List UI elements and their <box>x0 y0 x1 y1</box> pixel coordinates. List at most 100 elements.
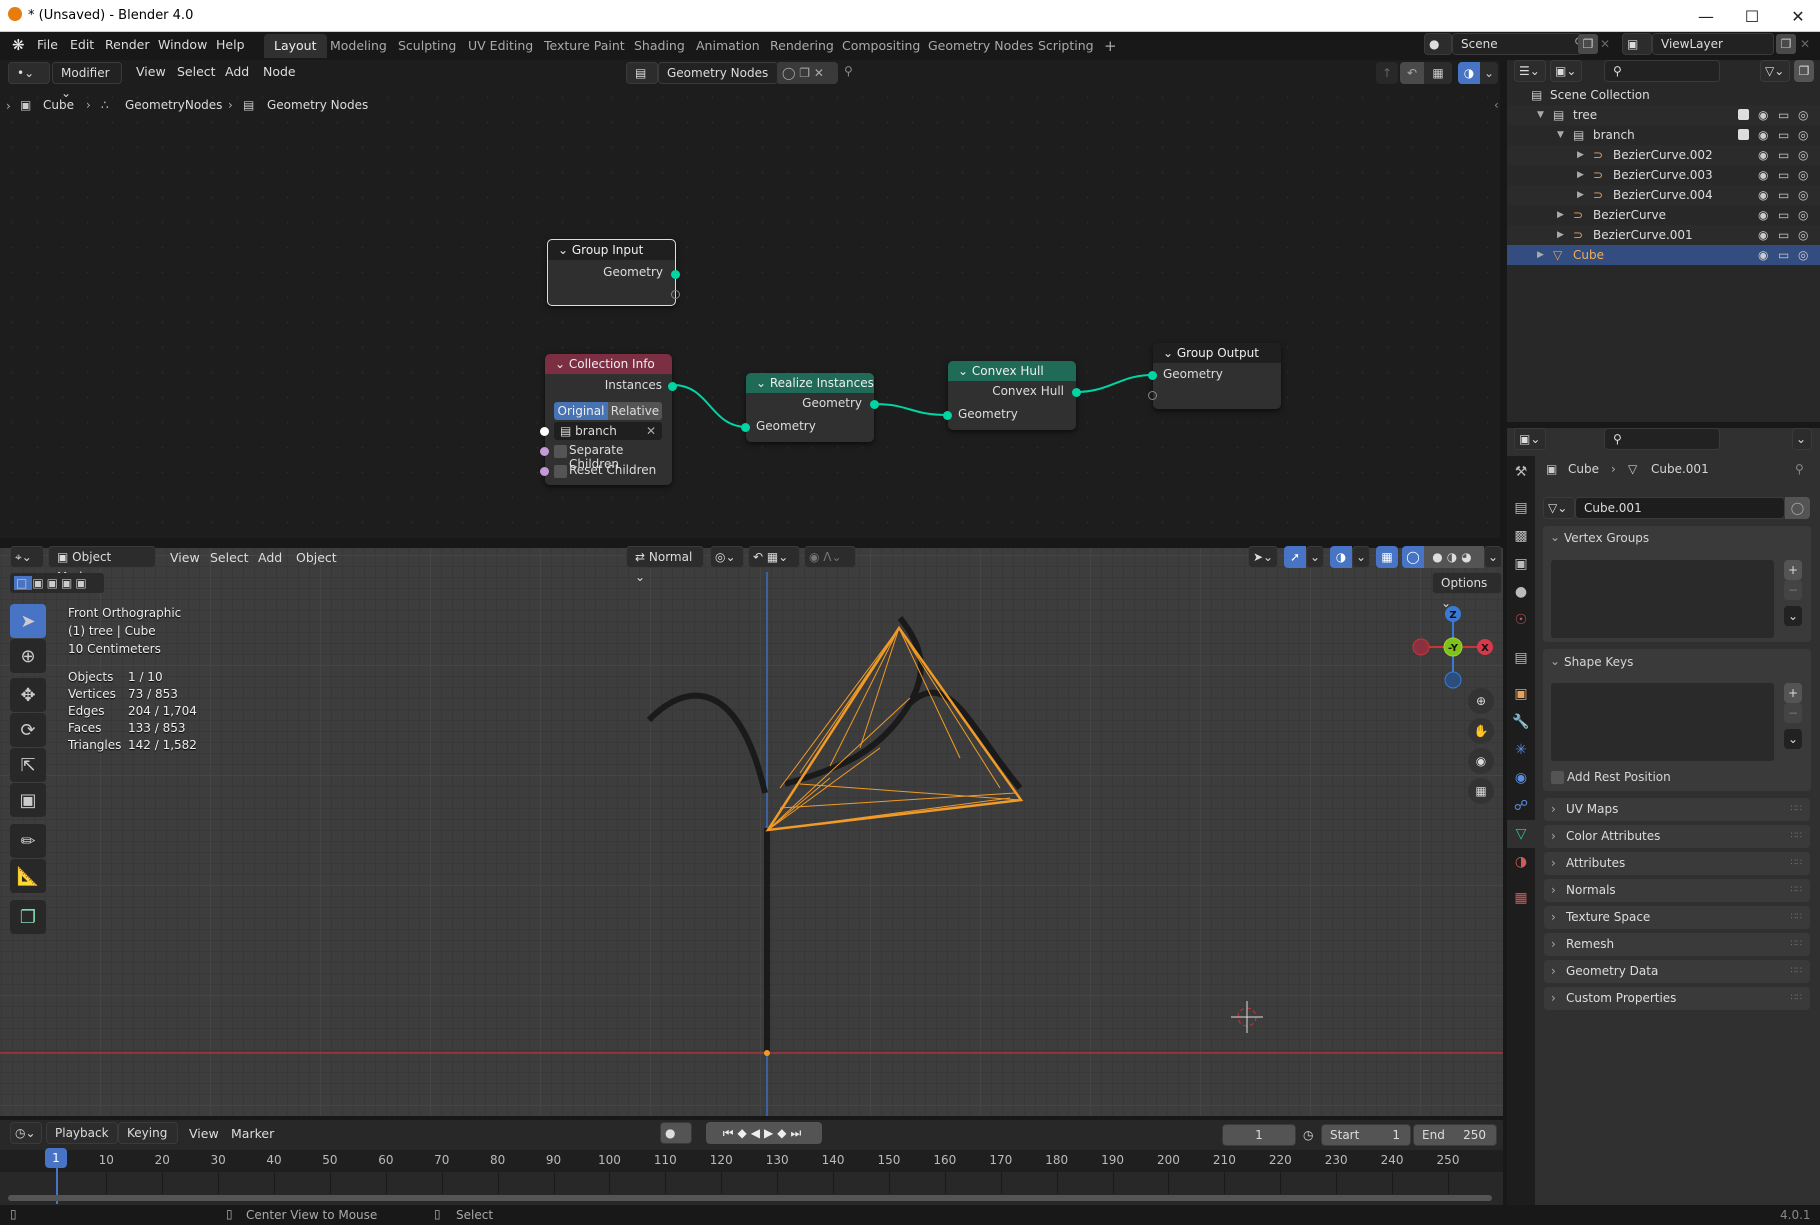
outliner-editor-type-icon[interactable]: ☰⌄ <box>1514 60 1546 82</box>
drag-handle-icon[interactable]: ∷∷ <box>1791 825 1802 848</box>
vertex-groups-title[interactable]: Vertex Groups <box>1564 531 1649 545</box>
node-header[interactable]: ⌄ Group Output <box>1153 343 1281 363</box>
collapse-chevron-icon[interactable]: ⌄ <box>1550 654 1560 668</box>
panel-color-attributes[interactable]: › Color Attributes ∷∷ <box>1544 825 1810 848</box>
jump-end-icon[interactable]: ⏭ <box>790 1126 805 1140</box>
outliner-item[interactable]: ▼ ▤ tree ◉ ▭ ◎ <box>1507 105 1820 125</box>
outliner-item[interactable]: ▶ ▽ Cube ◉ ▭ ◎ <box>1507 245 1820 265</box>
remove-vertex-group-button[interactable]: − <box>1784 580 1802 600</box>
world-tab-icon[interactable]: ☉ <box>1507 606 1535 634</box>
filter-icon[interactable]: ▽⌄ <box>1760 60 1790 82</box>
hide-viewport-eye-icon[interactable]: ◉ <box>1758 145 1768 165</box>
constraints-tab-icon[interactable]: ☍ <box>1507 792 1535 820</box>
remove-view-layer-button[interactable]: ✕ <box>1800 37 1810 51</box>
physics-tab-icon[interactable]: ◉ <box>1507 764 1535 792</box>
panel-attributes[interactable]: › Attributes ∷∷ <box>1544 852 1810 875</box>
socket-virtual-output[interactable] <box>671 290 680 299</box>
drag-handle-icon[interactable]: ∷∷ <box>1791 879 1802 902</box>
collection-tab-icon[interactable]: ▤ <box>1507 644 1535 672</box>
timeline-scrollbar[interactable] <box>8 1195 1492 1201</box>
view-layer-icon[interactable]: ▣ <box>1622 33 1652 55</box>
socket-geometry-input[interactable] <box>943 411 952 420</box>
exclude-checkbox[interactable] <box>1738 109 1749 120</box>
modifier-tab-icon[interactable]: 🔧 <box>1507 708 1535 736</box>
playback-controls[interactable]: ⏮◆◀▶◆⏭ <box>706 1122 822 1144</box>
expand-toggle-icon[interactable]: ▶ <box>1577 165 1584 185</box>
texture-tab-icon[interactable]: ▦ <box>1507 884 1535 912</box>
disable-render-camera-icon[interactable]: ◎ <box>1798 205 1808 225</box>
socket-geometry-output[interactable] <box>870 400 879 409</box>
node-header[interactable]: ⌄ Group Input <box>548 240 675 260</box>
socket-virtual-input[interactable] <box>1148 391 1157 400</box>
new-scene-button[interactable]: ❐ <box>1578 34 1598 54</box>
disable-viewport-icon[interactable]: ▭ <box>1778 185 1789 205</box>
shape-key-specials-button[interactable]: ⌄ <box>1784 729 1802 749</box>
new-view-layer-button[interactable]: ❐ <box>1776 34 1796 54</box>
material-tab-icon[interactable]: ◑ <box>1507 848 1535 876</box>
outliner-item[interactable]: ▶ ⊃ BezierCurve.002 ◉ ▭ ◎ <box>1507 145 1820 165</box>
add-shape-key-button[interactable]: + <box>1784 683 1802 703</box>
socket-convex-hull-output[interactable] <box>1072 388 1081 397</box>
node-header[interactable]: ⌄ Convex Hull <box>948 361 1076 381</box>
view-layer-tab-icon[interactable]: ▣ <box>1507 550 1535 578</box>
socket-collection-input[interactable] <box>540 427 549 436</box>
socket-geometry-output[interactable] <box>671 270 680 279</box>
transform-relative-toggle[interactable]: Relative <box>608 402 662 420</box>
vertex-groups-list[interactable] <box>1551 560 1774 638</box>
reset-children-checkbox[interactable] <box>554 465 567 478</box>
node-header[interactable]: ⌄ Collection Info <box>545 354 672 374</box>
pin-properties-icon[interactable]: ⚲ <box>1795 462 1804 476</box>
node-realize-instances[interactable]: ⌄ Realize Instances Geometry Geometry <box>741 373 879 442</box>
disable-render-camera-icon[interactable]: ◎ <box>1798 225 1808 245</box>
vertex-group-specials-button[interactable]: ⌄ <box>1784 606 1802 626</box>
socket-geometry-input[interactable] <box>741 423 750 432</box>
disable-render-camera-icon[interactable]: ◎ <box>1798 245 1808 265</box>
new-collection-button[interactable]: ❐ <box>1794 60 1814 82</box>
node-collection-info[interactable]: ⌄ Collection Info Instances Original Rel… <box>540 354 677 485</box>
panel-texture-space[interactable]: › Texture Space ∷∷ <box>1544 906 1810 929</box>
add-rest-position-checkbox[interactable] <box>1551 771 1564 784</box>
socket-geometry-input[interactable] <box>1148 371 1157 380</box>
hide-viewport-eye-icon[interactable]: ◉ <box>1758 185 1768 205</box>
disable-render-camera-icon[interactable]: ◎ <box>1798 125 1808 145</box>
hide-viewport-eye-icon[interactable]: ◉ <box>1758 125 1768 145</box>
hide-viewport-eye-icon[interactable]: ◉ <box>1758 205 1768 225</box>
use-preview-range-icon[interactable]: ◷ <box>1303 1124 1321 1146</box>
add-vertex-group-button[interactable]: + <box>1784 560 1802 580</box>
camera-view-icon[interactable]: ◉ <box>1468 748 1494 774</box>
properties-options-dropdown[interactable]: ⌄ <box>1792 428 1812 450</box>
orthographic-toggle-icon[interactable]: ▦ <box>1468 778 1494 804</box>
particles-tab-icon[interactable]: ✳ <box>1507 736 1535 764</box>
disable-viewport-icon[interactable]: ▭ <box>1778 105 1789 125</box>
hide-viewport-eye-icon[interactable]: ◉ <box>1758 225 1768 245</box>
mesh-browse-icon[interactable]: ▽⌄ <box>1543 497 1575 519</box>
socket-instances-output[interactable] <box>668 382 677 391</box>
end-frame-field[interactable]: End 250 <box>1413 1124 1497 1146</box>
drag-handle-icon[interactable]: ∷∷ <box>1791 852 1802 875</box>
tool-tab-icon[interactable]: ⚒ <box>1507 458 1535 486</box>
remove-shape-key-button[interactable]: − <box>1784 703 1802 723</box>
panel-uv-maps[interactable]: › UV Maps ∷∷ <box>1544 798 1810 821</box>
expand-toggle-icon[interactable]: ▶ <box>1557 225 1564 245</box>
mesh-name-field[interactable]: Cube.001 <box>1575 497 1785 519</box>
outliner-item[interactable]: ▶ ⊃ BezierCurve.003 ◉ ▭ ◎ <box>1507 165 1820 185</box>
view-layer-field[interactable]: ViewLayer <box>1652 33 1774 55</box>
playback-menu[interactable]: Playback ⌄ <box>46 1122 118 1160</box>
expand-toggle-icon[interactable]: ▶ <box>1577 185 1584 205</box>
start-frame-field[interactable]: Start 1 <box>1321 1124 1411 1146</box>
drag-handle-icon[interactable]: ∷∷ <box>1791 987 1802 1010</box>
disable-viewport-icon[interactable]: ▭ <box>1778 225 1789 245</box>
outliner-item[interactable]: ▶ ⊃ BezierCurve.001 ◉ ▭ ◎ <box>1507 225 1820 245</box>
navigation-gizmo[interactable]: Z X -Y <box>1405 600 1495 690</box>
disable-render-camera-icon[interactable]: ◎ <box>1798 185 1808 205</box>
outliner-item[interactable]: ▶ ⊃ BezierCurve ◉ ▭ ◎ <box>1507 205 1820 225</box>
drag-handle-icon[interactable]: ∷∷ <box>1791 798 1802 821</box>
transform-original-toggle[interactable]: Original <box>554 402 608 420</box>
disable-viewport-icon[interactable]: ▭ <box>1778 145 1789 165</box>
expand-toggle-icon[interactable]: ▶ <box>1537 245 1544 265</box>
expand-toggle-icon[interactable]: ▶ <box>1557 205 1564 225</box>
playhead-frame-indicator[interactable]: 1 <box>45 1148 67 1168</box>
shape-keys-list[interactable] <box>1551 683 1774 761</box>
auto-keying-toggle[interactable]: ● <box>660 1122 692 1144</box>
keying-menu[interactable]: Keying ⌄ <box>118 1122 178 1160</box>
